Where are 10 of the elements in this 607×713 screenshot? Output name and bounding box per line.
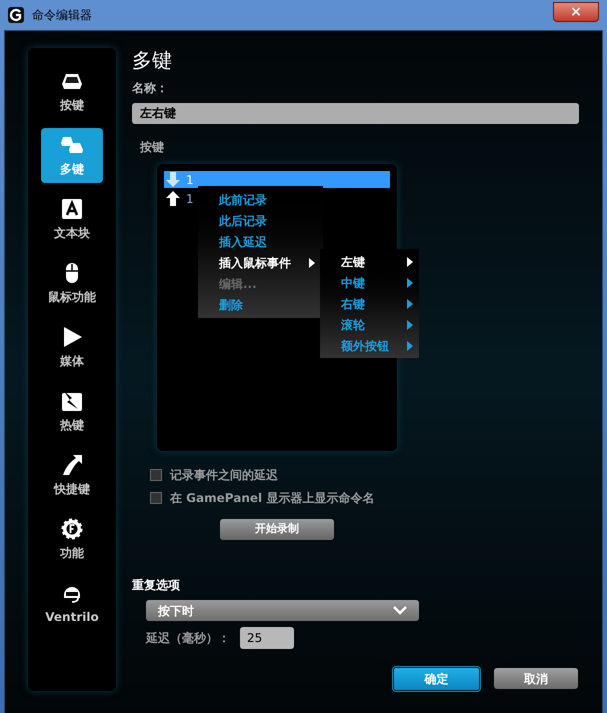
page-heading: 多键 [132,48,173,73]
checkbox-label: 记录事件之间的延迟 [170,467,278,484]
key-event-text: 1 [186,172,194,188]
window-title: 命令编辑器 [32,7,93,24]
key-event-text: 1 [186,190,194,208]
delay-label: 延迟（毫秒）： [146,630,230,647]
checkbox-label: 在 GamePanel 显示器上显示命令名 [170,490,374,507]
keys-label: 按键 [140,139,165,156]
name-label: 名称： [132,80,169,97]
repeat-label: 重复选项 [132,577,181,594]
